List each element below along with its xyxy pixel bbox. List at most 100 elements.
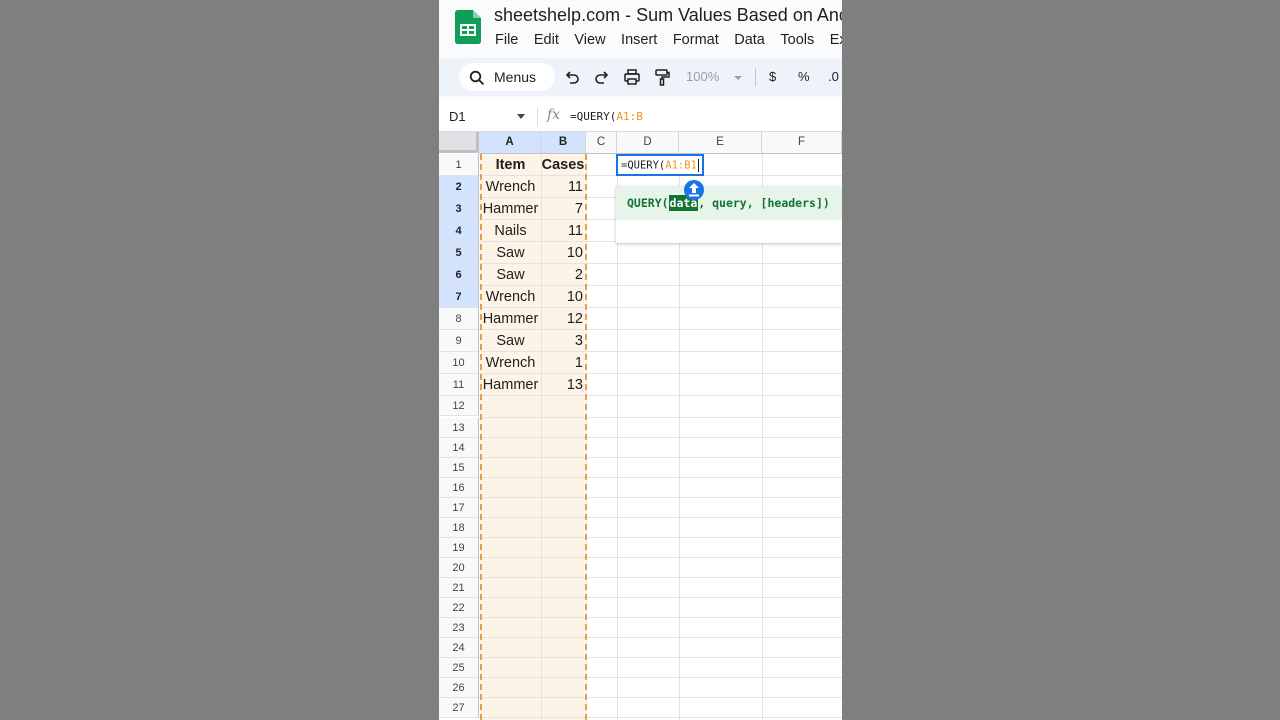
- cell-cases[interactable]: 10: [541, 289, 583, 305]
- cell-cases[interactable]: 10: [541, 245, 583, 261]
- zoom-select[interactable]: 100%: [686, 69, 719, 84]
- row-header-22[interactable]: 22: [439, 598, 479, 618]
- row-header-4[interactable]: 4: [439, 220, 479, 242]
- cell-item[interactable]: Wrench: [480, 355, 541, 371]
- cell-item[interactable]: Saw: [480, 267, 541, 283]
- grid-line: [479, 373, 842, 374]
- currency-format-button[interactable]: $: [769, 69, 776, 84]
- row-header-10[interactable]: 10: [439, 352, 479, 374]
- formula-prefix: =QUERY(: [570, 110, 617, 123]
- menus-search-button[interactable]: Menus: [459, 63, 555, 91]
- row-header-9[interactable]: 9: [439, 330, 479, 352]
- cell-cases[interactable]: 3: [541, 333, 583, 349]
- menu-insert[interactable]: Insert: [621, 32, 657, 48]
- row-header-13[interactable]: 13: [439, 418, 479, 438]
- row-header-8[interactable]: 8: [439, 308, 479, 330]
- spreadsheet-grid[interactable]: A B C D E F 1 2 3 4 5 6 7 8 9 10 11 12 13 14 15 16 17 18 1…: [439, 132, 842, 720]
- menu-format[interactable]: Format: [673, 32, 719, 48]
- row-header-2[interactable]: 2: [439, 176, 479, 198]
- edit-ref: A1:B1: [665, 159, 697, 172]
- menu-data[interactable]: Data: [734, 32, 765, 48]
- menu-extensions[interactable]: Exte: [830, 32, 842, 48]
- cell-item[interactable]: Hammer: [480, 201, 541, 217]
- menu-view[interactable]: View: [574, 32, 605, 48]
- cell-cases[interactable]: 11: [541, 179, 583, 195]
- cell-item[interactable]: Wrench: [480, 289, 541, 305]
- cell-cases[interactable]: 13: [541, 377, 583, 393]
- edit-prefix: =QUERY(: [621, 159, 666, 172]
- cell-item[interactable]: Nails: [480, 223, 541, 239]
- cell-cases[interactable]: 11: [541, 223, 583, 239]
- formula-bar: D1 fx =QUERY(A1:B: [439, 101, 842, 132]
- cell-cases[interactable]: 1: [541, 355, 583, 371]
- cell-cases[interactable]: 12: [541, 311, 583, 327]
- cell-item[interactable]: Saw: [480, 333, 541, 349]
- header-cell-item[interactable]: Item: [480, 157, 541, 173]
- grid-line: [479, 351, 842, 352]
- formula-ref: A1:B: [616, 110, 643, 123]
- grid-line: [479, 517, 842, 518]
- row-header-15[interactable]: 15: [439, 458, 479, 478]
- cell-item[interactable]: Hammer: [480, 311, 541, 327]
- row-header-5[interactable]: 5: [439, 242, 479, 264]
- row-header-6[interactable]: 6: [439, 264, 479, 286]
- percent-format-button[interactable]: %: [798, 69, 810, 84]
- row-header-12[interactable]: 12: [439, 396, 479, 416]
- row-header-7[interactable]: 7: [439, 286, 479, 308]
- select-all-corner[interactable]: [439, 132, 479, 153]
- active-cell-editor[interactable]: =QUERY(A1:B1: [616, 154, 704, 176]
- menus-label: Menus: [494, 69, 537, 85]
- cell-item[interactable]: Wrench: [480, 179, 541, 195]
- row-header-19[interactable]: 19: [439, 538, 479, 558]
- row-header-18[interactable]: 18: [439, 518, 479, 538]
- sheets-logo-icon[interactable]: [455, 10, 481, 44]
- undo-icon[interactable]: [563, 68, 581, 86]
- row-header-20[interactable]: 20: [439, 558, 479, 578]
- sheets-app: sheetshelp.com - Sum Values Based on Ano…: [439, 0, 842, 720]
- decrease-decimal-button[interactable]: .0: [828, 69, 839, 84]
- row-header-3[interactable]: 3: [439, 198, 479, 220]
- selection-handle-icon[interactable]: [680, 179, 708, 201]
- row-header-16[interactable]: 16: [439, 478, 479, 498]
- print-icon[interactable]: [623, 68, 641, 86]
- row-header-24[interactable]: 24: [439, 638, 479, 658]
- chevron-down-icon[interactable]: [517, 114, 525, 119]
- menu-edit[interactable]: Edit: [534, 32, 559, 48]
- row-header-17[interactable]: 17: [439, 498, 479, 518]
- grid-line: [479, 437, 842, 438]
- header-cell-cases[interactable]: Cases: [541, 157, 585, 173]
- row-header-23[interactable]: 23: [439, 618, 479, 638]
- grid-line: [479, 557, 842, 558]
- cell-cases[interactable]: 7: [541, 201, 583, 217]
- row-header-21[interactable]: 21: [439, 578, 479, 598]
- redo-icon[interactable]: [593, 68, 611, 86]
- referenced-range-border: [585, 154, 587, 720]
- cell-item[interactable]: Saw: [480, 245, 541, 261]
- row-header-14[interactable]: 14: [439, 438, 479, 458]
- row-header-1[interactable]: 1: [439, 154, 479, 176]
- menu-file[interactable]: File: [495, 32, 518, 48]
- document-title[interactable]: sheetshelp.com - Sum Values Based on Ano…: [494, 5, 842, 26]
- grid-line: [479, 717, 842, 718]
- name-box[interactable]: D1: [449, 109, 466, 124]
- menu-tools[interactable]: Tools: [780, 32, 814, 48]
- remaining-arguments: , query, [headers]): [698, 196, 830, 210]
- column-header-f[interactable]: F: [762, 132, 842, 154]
- menu-bar: File Edit View Insert Format Data Tools Exte: [495, 32, 842, 48]
- column-header-a[interactable]: A: [479, 132, 541, 154]
- cell-cases[interactable]: 2: [541, 267, 583, 283]
- row-header-25[interactable]: 25: [439, 658, 479, 678]
- paint-format-icon[interactable]: [653, 68, 671, 86]
- function-help-tooltip[interactable]: QUERY(data, query, [headers]): [616, 186, 842, 243]
- chevron-down-icon[interactable]: [734, 76, 742, 80]
- column-header-b[interactable]: B: [541, 132, 586, 154]
- row-header-26[interactable]: 26: [439, 678, 479, 698]
- column-header-e[interactable]: E: [679, 132, 762, 154]
- column-header-d[interactable]: D: [617, 132, 679, 154]
- formula-input[interactable]: =QUERY(A1:B: [570, 110, 643, 123]
- toolbar: Menus 100% $ % .0: [439, 58, 842, 96]
- column-header-c[interactable]: C: [586, 132, 617, 154]
- row-header-11[interactable]: 11: [439, 374, 479, 396]
- cell-item[interactable]: Hammer: [480, 377, 541, 393]
- row-header-27[interactable]: 27: [439, 698, 479, 718]
